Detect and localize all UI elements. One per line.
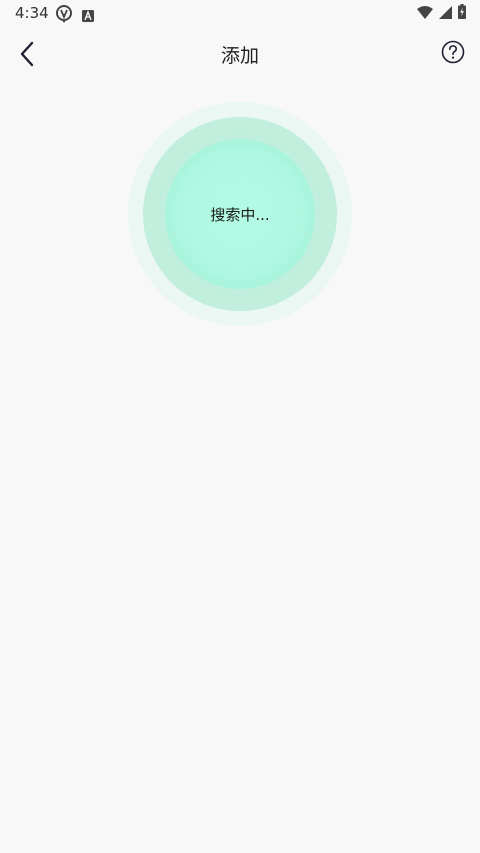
battery-charging-icon bbox=[458, 3, 466, 23]
wifi-icon bbox=[417, 4, 433, 23]
search-radar: 搜索中... bbox=[128, 102, 352, 326]
searching-status-text: 搜索中... bbox=[210, 205, 270, 224]
page-title: 添加 bbox=[220, 45, 259, 67]
top-app-bar: 添加 bbox=[0, 26, 480, 82]
question-circle-icon bbox=[441, 40, 465, 64]
signal-icon bbox=[439, 4, 452, 23]
keyboard-a-icon bbox=[82, 7, 94, 26]
status-bar: 4:34 bbox=[0, 0, 480, 26]
help-button[interactable] bbox=[441, 40, 465, 64]
notification-app-icon bbox=[55, 5, 73, 27]
status-time: 4:34 bbox=[15, 4, 49, 22]
